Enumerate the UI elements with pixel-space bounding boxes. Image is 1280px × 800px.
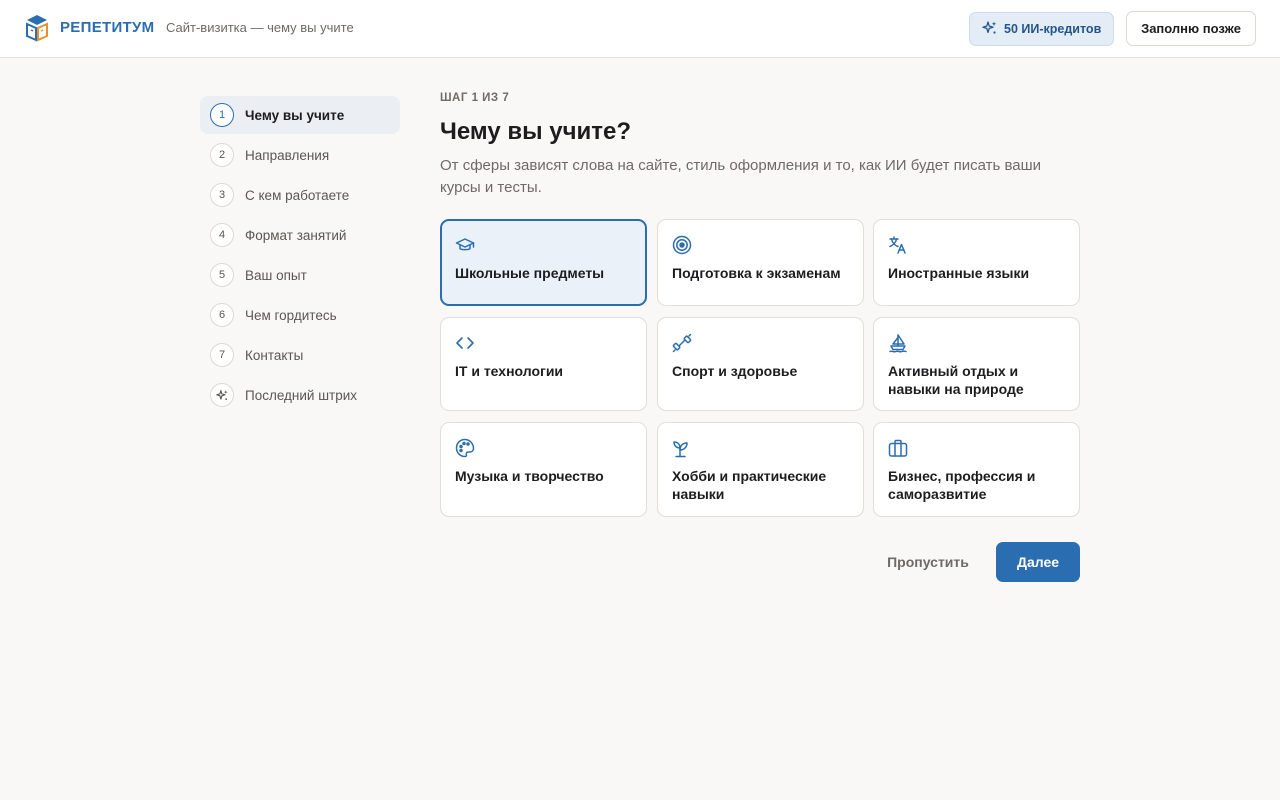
- option-card-sport-health[interactable]: Спорт и здоровье: [657, 317, 864, 411]
- option-label: Спорт и здоровье: [672, 363, 798, 379]
- step-number: 3: [210, 183, 234, 207]
- step-number: 5: [210, 263, 234, 287]
- steps-sidebar: 1 Чему вы учите 2 Направления 3 С кем ра…: [200, 96, 400, 416]
- option-card-hobbies[interactable]: Хобби и практические навыки: [657, 422, 864, 517]
- skip-button[interactable]: Пропустить: [876, 542, 980, 582]
- step-item-5[interactable]: 5 Ваш опыт: [200, 256, 400, 294]
- step-item-7[interactable]: 7 Контакты: [200, 336, 400, 374]
- step-counter: ШАГ 1 ИЗ 7: [440, 92, 510, 104]
- page-title: Чему вы учите?: [440, 118, 632, 145]
- option-card-exam-prep[interactable]: Подготовка к экзаменам: [657, 219, 864, 306]
- option-label: Активный отдых и навыки на природе: [888, 363, 1024, 397]
- code-icon: [455, 333, 475, 353]
- credits-label: 50 ИИ-кредитов: [1004, 22, 1102, 36]
- step-number: 7: [210, 343, 234, 367]
- step-item-final[interactable]: Последний штрих: [200, 376, 400, 414]
- option-label: Хобби и практические навыки: [672, 468, 827, 502]
- dumbbell-icon: [672, 333, 692, 353]
- sprout-icon: [672, 438, 692, 458]
- page-description: От сферы зависят слова на сайте, стиль о…: [440, 157, 1042, 196]
- fill-later-button[interactable]: Заполню позже: [1126, 11, 1256, 46]
- option-card-business-career[interactable]: Бизнес, профессия и саморазвитие: [873, 422, 1080, 517]
- sparkles-icon: [210, 383, 234, 407]
- step-item-3[interactable]: 3 С кем работаете: [200, 176, 400, 214]
- step-label: Ваш опыт: [245, 267, 307, 283]
- step-label: Чему вы учите: [245, 107, 345, 123]
- brand-name[interactable]: РЕПЕТИТУМ: [60, 19, 154, 36]
- option-card-outdoor-activities[interactable]: Активный отдых и навыки на природе: [873, 317, 1080, 411]
- step-item-6[interactable]: 6 Чем гордитесь: [200, 296, 400, 334]
- option-label: Школьные предметы: [455, 265, 605, 281]
- option-card-music-creativity[interactable]: Музыка и творчество: [440, 422, 647, 517]
- ai-credits-button[interactable]: 50 ИИ-кредитов: [969, 12, 1114, 46]
- option-card-it-technology[interactable]: IT и технологии: [440, 317, 647, 411]
- translate-icon: [888, 235, 908, 255]
- sparkles-icon: [982, 20, 1004, 39]
- header-subtitle: Сайт-визитка — чему вы учите: [166, 20, 354, 35]
- option-label: Подготовка к экзаменам: [672, 265, 841, 281]
- step-label: Контакты: [245, 347, 304, 363]
- step-label: Последний штрих: [245, 387, 358, 403]
- step-number: 1: [210, 103, 234, 127]
- top-bar: РЕПЕТИТУМ Сайт-визитка — чему вы учите 5…: [0, 0, 1280, 58]
- graduation-cap-icon: [455, 235, 475, 255]
- target-icon: [672, 235, 692, 255]
- option-label: Музыка и творчество: [455, 468, 604, 484]
- step-number: 6: [210, 303, 234, 327]
- briefcase-icon: [888, 438, 908, 458]
- palette-icon: [455, 438, 475, 458]
- next-button[interactable]: Далее: [996, 542, 1080, 582]
- step-item-4[interactable]: 4 Формат занятий: [200, 216, 400, 254]
- step-label: С кем работаете: [245, 187, 350, 203]
- step-label: Направления: [245, 147, 330, 163]
- step-number: 4: [210, 223, 234, 247]
- step-label: Чем гордитесь: [245, 307, 337, 323]
- option-card-school-subjects[interactable]: Школьные предметы: [440, 219, 647, 306]
- sailboat-icon: [888, 333, 908, 353]
- step-item-2[interactable]: 2 Направления: [200, 136, 400, 174]
- step-number: 2: [210, 143, 234, 167]
- option-card-foreign-languages[interactable]: Иностранные языки: [873, 219, 1080, 306]
- option-label: IT и технологии: [455, 363, 564, 379]
- option-label: Иностранные языки: [888, 265, 1030, 281]
- book-cube-logo-icon[interactable]: [24, 14, 50, 42]
- option-label: Бизнес, профессия и саморазвитие: [888, 468, 1036, 502]
- step-label: Формат занятий: [245, 227, 347, 243]
- step-item-1[interactable]: 1 Чему вы учите: [200, 96, 400, 134]
